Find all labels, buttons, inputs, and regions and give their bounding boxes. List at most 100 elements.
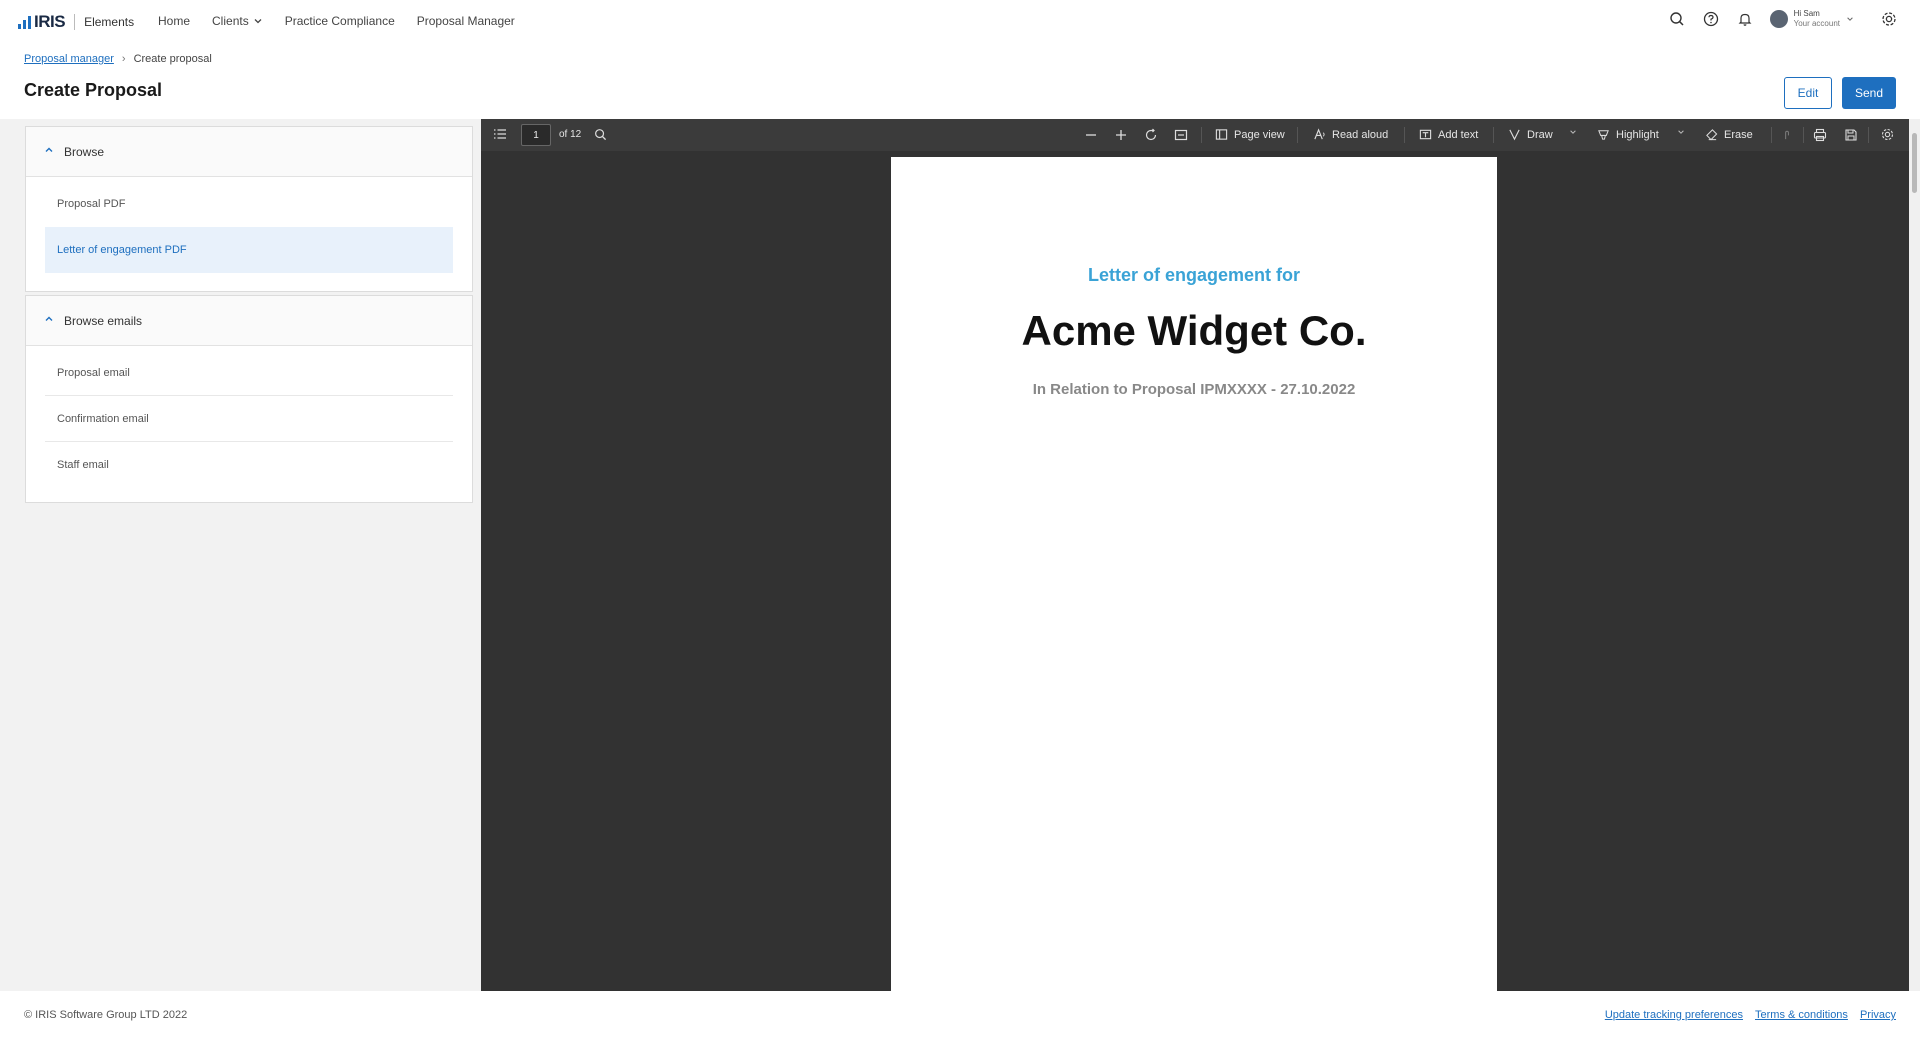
rotate-icon[interactable] [1144,128,1158,142]
brand-name: IRIS [34,12,66,31]
email-item-confirmation[interactable]: Confirmation email [45,396,453,442]
highlight-button[interactable]: Highlight [1597,128,1659,141]
browse-emails-card: Browse emails Proposal email Confirmatio… [25,295,473,503]
breadcrumb-current: Create proposal [133,53,212,65]
logo-bars-icon [18,15,31,29]
read-aloud-icon [1314,128,1325,140]
fit-page-icon[interactable] [1174,128,1188,142]
avatar [1769,10,1788,28]
iris-logo[interactable]: IRIS Elements [18,12,134,32]
chevron-down-icon [254,19,262,24]
nav-home[interactable]: Home [158,14,190,28]
account-text: Hi Sam Your account [1794,9,1840,29]
draw-icon [1509,129,1520,141]
page-view-label: Page view [1234,128,1285,141]
nav-practice-compliance[interactable]: Practice Compliance [285,14,395,28]
browse-emails-heading: Browse emails [64,313,143,328]
send-button[interactable]: Send [1842,77,1896,109]
toolbar-divider [1771,127,1772,143]
account-menu[interactable]: Hi Sam Your account [1769,9,1854,29]
pdf-page: Letter of engagement for Acme Widget Co.… [891,157,1497,991]
page-number-input[interactable] [521,124,551,146]
chevron-down-icon [1570,130,1576,134]
chevron-up-icon [44,145,54,158]
edit-button[interactable]: Edit [1784,77,1832,109]
bell-icon[interactable] [1734,8,1756,30]
nav-clients-label: Clients [212,14,249,28]
draw-button[interactable]: Draw [1508,128,1553,141]
breadcrumb-proposal-manager[interactable]: Proposal manager [24,53,114,65]
nav-clients[interactable]: Clients [212,14,263,28]
account-greeting: Hi Sam [1793,9,1820,18]
touch-write-icon[interactable] [1781,128,1794,141]
page-view-button[interactable]: Page view [1215,128,1285,141]
print-icon[interactable] [1813,128,1827,142]
toolbar-divider [1404,127,1405,143]
gear-icon[interactable] [1878,8,1900,30]
footer-link-tracking[interactable]: Update tracking preferences [1605,1009,1743,1021]
top-nav: IRIS Elements Home Clients Practice Comp… [0,0,1920,43]
draw-label: Draw [1527,128,1553,141]
email-item-staff[interactable]: Staff email [45,442,453,488]
scrollbar-thumb[interactable] [1912,133,1917,193]
add-text-label: Add text [1438,128,1479,141]
viewer-settings-icon[interactable] [1880,127,1895,142]
footer-link-terms[interactable]: Terms & conditions [1755,1009,1848,1021]
search-icon[interactable] [1666,8,1688,30]
chevron-down-icon [1847,17,1853,21]
draw-options-dropdown[interactable] [1569,128,1577,136]
contents-icon[interactable] [493,127,507,141]
help-icon[interactable] [1700,8,1722,30]
pdf-toolbar: of 12 Page view Read aloud Add tex [481,119,1909,151]
nav-actions: Hi Sam Your account [1666,8,1900,30]
chevron-down-icon [1678,130,1684,134]
browse-heading: Browse [64,144,105,159]
browse-item-letter-of-engagement-pdf[interactable]: Letter of engagement PDF [45,227,453,273]
nav-proposal-manager[interactable]: Proposal Manager [417,14,515,28]
viewer-scrollbar[interactable] [1909,119,1920,991]
browse-emails-header[interactable]: Browse emails [26,296,472,346]
erase-label: Erase [1724,128,1753,141]
browse-card: Browse Proposal PDF Letter of engagement… [25,126,473,292]
browse-item-proposal-pdf[interactable]: Proposal PDF [45,181,453,227]
add-text-icon [1419,129,1432,140]
eraser-icon [1706,129,1718,141]
browse-list: Proposal PDF Letter of engagement PDF [26,177,472,291]
read-aloud-label: Read aloud [1332,128,1389,141]
add-text-button[interactable]: Add text [1419,128,1478,141]
toolbar-divider [1493,127,1494,143]
document-subtitle: Letter of engagement for [1087,265,1301,285]
save-icon[interactable] [1844,128,1858,142]
main-nav: Home Clients Practice Compliance Proposa… [158,14,537,28]
pdf-viewer: of 12 Page view Read aloud Add tex [481,119,1909,991]
footer-links: Update tracking preferences Terms & cond… [1605,1009,1896,1021]
product-name: Elements [84,15,135,29]
highlight-icon [1598,130,1609,140]
chevron-up-icon [44,314,54,327]
footer-link-privacy[interactable]: Privacy [1860,1009,1896,1021]
find-icon[interactable] [594,128,607,141]
highlight-options-dropdown[interactable] [1677,128,1685,136]
breadcrumb: Proposal manager › Create proposal [24,53,212,65]
left-panel: Browse Proposal PDF Letter of engagement… [0,119,481,991]
highlight-label: Highlight [1616,128,1659,141]
chevron-right-icon: › [121,53,126,65]
footer: © IRIS Software Group LTD 2022 Update tr… [0,991,1920,1039]
zoom-in-icon[interactable] [1114,128,1128,142]
page-view-icon [1215,129,1228,140]
browse-header[interactable]: Browse [26,127,472,177]
account-sub: Your account [1793,19,1840,28]
toolbar-divider [1201,127,1202,143]
logo-divider [74,14,76,30]
document-relation: In Relation to Proposal IPMXXXX - 27.10.… [1032,381,1356,398]
browse-emails-list: Proposal email Confirmation email Staff … [26,346,472,502]
toolbar-divider [1868,127,1869,143]
read-aloud-button[interactable]: Read aloud [1313,128,1388,141]
toolbar-divider [1803,127,1804,143]
zoom-out-icon[interactable] [1084,128,1098,142]
email-item-proposal[interactable]: Proposal email [45,350,453,396]
copyright: © IRIS Software Group LTD 2022 [24,1009,188,1021]
toolbar-divider [1297,127,1298,143]
document-client-name: Acme Widget Co. [1021,307,1367,354]
erase-button[interactable]: Erase [1705,128,1753,141]
